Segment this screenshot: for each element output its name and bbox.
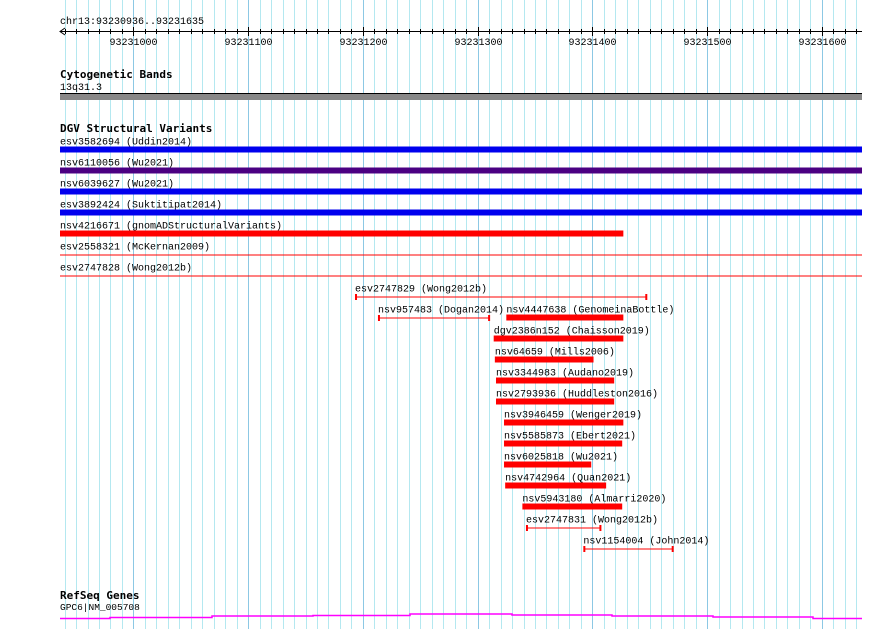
variant-feature[interactable]: esv2747829 (Wong2012b) (355, 284, 648, 301)
variant-feature[interactable]: nsv6110056 (Wu2021) (60, 158, 862, 174)
ruler-tick-label: 93231500 (683, 38, 731, 49)
variant-feature[interactable]: esv2558321 (McKernan2009) (60, 242, 862, 256)
variant-label: esv2558321 (McKernan2009) (60, 242, 210, 254)
cytoband-bar[interactable] (60, 93, 862, 100)
variant-bar[interactable] (60, 188, 862, 195)
variant-label: esv2747831 (Wong2012b) (526, 515, 658, 527)
track-refseq-genes: RefSeq Genes GPC6|NM_005708 (60, 589, 862, 620)
ruler-tick-label: 93231400 (568, 38, 616, 49)
gene-transcript-line[interactable] (60, 613, 862, 620)
variant-feature[interactable]: nsv5943180 (Almarri2020) (522, 494, 666, 510)
variant-bar[interactable] (504, 461, 592, 468)
variant-feature[interactable]: nsv4742964 (Quan2021) (505, 473, 631, 489)
variant-feature[interactable]: esv2747828 (Wong2012b) (60, 263, 862, 277)
variant-label: nsv1154004 (John2014) (583, 536, 709, 548)
variant-bar[interactable] (495, 398, 615, 405)
variant-bar[interactable] (493, 335, 624, 342)
ruler-tick-label: 93231300 (454, 38, 502, 49)
gene-label: GPC6|NM_005708 (60, 602, 140, 613)
variant-feature[interactable]: nsv4447638 (GenomeinaBottle) (506, 305, 674, 321)
variant-bar[interactable] (522, 503, 623, 510)
variant-label: esv2747829 (Wong2012b) (355, 284, 487, 296)
variant-label: esv2747828 (Wong2012b) (60, 263, 192, 275)
track-cytogenetic-bands: Cytogenetic Bands 13q31.3 (60, 68, 862, 100)
ruler-tick-label: 93231000 (109, 38, 157, 49)
variant-feature[interactable]: esv3892424 (Suktitipat2014) (60, 200, 862, 216)
variant-bar[interactable] (60, 167, 862, 174)
variant-bar[interactable] (60, 146, 862, 153)
variant-feature[interactable]: nsv3344983 (Audano2019) (495, 368, 634, 384)
variant-feature[interactable]: nsv5585873 (Ebert2021) (504, 431, 636, 447)
cytoband-label: 13q31.3 (60, 83, 102, 94)
variant-feature[interactable]: nsv3946459 (Wenger2019) (504, 410, 642, 426)
ruler[interactable]: 93231000 93231100 93231200 93231300 93231400… (59, 27, 862, 49)
variant-bar[interactable] (494, 356, 594, 363)
track-title: Cytogenetic Bands (60, 68, 173, 81)
variant-bar[interactable] (505, 482, 607, 489)
ruler-tick-label: 93231600 (798, 38, 846, 49)
ruler-tick-label: 93231200 (339, 38, 387, 49)
variant-feature[interactable]: dgv2386n152 (Chaisson2019) (493, 326, 650, 342)
variant-feature[interactable]: esv3582694 (Uddin2014) (60, 137, 862, 153)
variant-feature[interactable]: nsv1154004 (John2014) (583, 536, 709, 553)
variant-feature[interactable]: nsv957483 (Dogan2014) (377, 305, 504, 322)
variant-bar[interactable] (495, 377, 615, 384)
variant-bar[interactable] (506, 314, 624, 321)
variant-bar[interactable] (60, 209, 862, 216)
variant-bar[interactable] (504, 419, 624, 426)
variant-feature[interactable]: nsv6025818 (Wu2021) (504, 452, 618, 468)
region-label: chr13:93230936..93231635 (60, 16, 204, 28)
variant-label: nsv957483 (Dogan2014) (378, 305, 504, 317)
ruler-tick-label: 93231100 (224, 38, 272, 49)
variant-feature[interactable]: nsv6039627 (Wu2021) (60, 179, 862, 195)
track-title: DGV Structural Variants (60, 122, 212, 135)
variant-bar[interactable] (60, 230, 624, 237)
track-title: RefSeq Genes (60, 589, 139, 602)
variant-feature[interactable]: nsv4216671 (gnomADStructuralVariants) (60, 221, 624, 237)
variant-feature[interactable]: nsv64659 (Mills2006) (494, 347, 615, 363)
genome-browser-view[interactable]: chr13:93230936..93231635 93231000 9323110… (0, 0, 890, 629)
track-dgv-structural-variants: DGV Structural Variants esv3582694 (Uddi… (60, 122, 862, 552)
variant-bar[interactable] (504, 440, 623, 447)
variant-feature[interactable]: nsv2793936 (Huddleston2016) (495, 389, 658, 405)
